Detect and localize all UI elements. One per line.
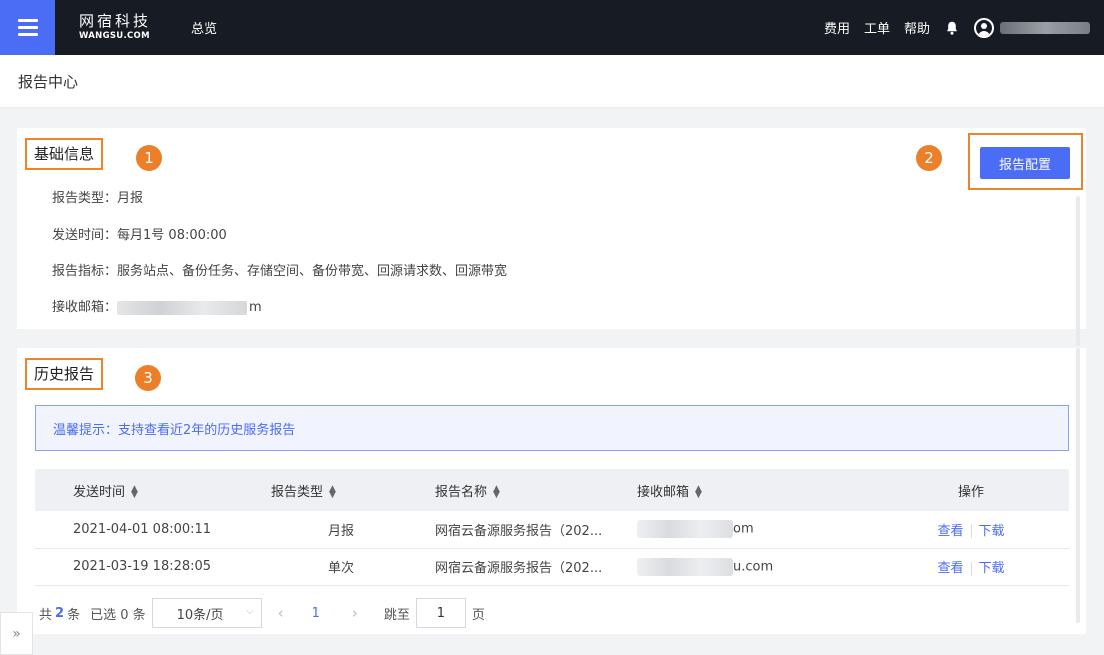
jump-to-label: 跳至 <box>383 607 410 623</box>
column-receive-email[interactable]: 接收邮箱 ▲ ▼ <box>633 469 873 511</box>
scrollbar-track[interactable] <box>1076 196 1080 346</box>
divider <box>970 524 972 539</box>
cell-email: om <box>633 511 873 549</box>
cell-report-type: 单次 <box>271 548 427 586</box>
column-operation: 操作 <box>873 469 1069 511</box>
tickets-link[interactable]: 工单 <box>864 18 890 37</box>
history-title: 历史报告 <box>25 358 104 390</box>
cell-report-name: 网宿云备源服务报告（202... <box>427 548 633 586</box>
annotation-badge-1: 1 <box>136 145 162 171</box>
email-suffix: m <box>249 300 262 315</box>
wangsu-logo[interactable]: 网宿科技 WANGSU.COM <box>79 14 151 41</box>
column-receive-email-label: 接收邮箱 <box>637 484 690 500</box>
view-report-link[interactable]: 查看 <box>937 524 963 539</box>
cell-report-name: 网宿云备源服务报告（202... <box>427 511 633 549</box>
hamburger-menu-icon[interactable] <box>0 0 55 55</box>
basic-info-card: 基础信息 1 报告类型：月报 发送时间：每月1号 08:00:00 报告指标：服… <box>17 128 1086 346</box>
pager-selected-count: 已选 0 条 <box>90 607 146 623</box>
nav-overview[interactable]: 总览 <box>191 18 217 37</box>
sort-icon[interactable]: ▲ ▼ <box>695 485 702 500</box>
scrollbar-track[interactable] <box>1076 348 1080 623</box>
history-tip-banner: 温馨提示：支持查看近2年的历史服务报告 <box>35 405 1069 451</box>
fees-link[interactable]: 费用 <box>824 18 850 37</box>
history-table: 发送时间 ▲ ▼ 报告类型 ▲ ▼ 报告名称 ▲ ▼ 接收邮箱 ▲ ▼ 操作 2021-04-0… <box>35 469 1069 586</box>
sort-icon[interactable]: ▲ ▼ <box>493 485 500 500</box>
page-title: 报告中心 <box>0 55 1104 107</box>
cell-send-time: 2021-03-19 18:28:05 <box>35 548 271 586</box>
report-type-label: 报告类型： <box>52 191 118 206</box>
report-type-value: 月报 <box>117 191 144 206</box>
top-right-links: 费用 工单 帮助 <box>824 0 1090 55</box>
help-link[interactable]: 帮助 <box>904 18 930 37</box>
report-metrics-label: 报告指标： <box>52 264 118 279</box>
cell-email: u.com <box>633 548 873 586</box>
sort-icon[interactable]: ▲ ▼ <box>131 485 138 500</box>
top-navigation-bar: 网宿科技 WANGSU.COM 总览 费用 工单 帮助 <box>0 0 1104 55</box>
expand-sidebar-icon[interactable]: » <box>0 612 33 655</box>
table-row: 2021-03-19 18:28:05 单次 网宿云备源服务报告（202... … <box>35 548 1069 586</box>
report-metrics-row: 报告指标：服务站点、备份任务、存储空间、备份带宽、回源请求数、回源带宽 <box>52 260 507 279</box>
email-redacted <box>117 300 248 315</box>
config-button-highlight: 报告配置 <box>968 133 1083 190</box>
receive-email-row: 接收邮箱： m <box>52 296 262 315</box>
view-report-link[interactable]: 查看 <box>937 561 963 576</box>
report-config-button[interactable]: 报告配置 <box>980 147 1070 179</box>
user-avatar-icon[interactable] <box>974 17 994 38</box>
send-time-value: 每月1号 08:00:00 <box>117 228 227 243</box>
annotation-badge-3: 3 <box>135 365 161 391</box>
send-time-row: 发送时间：每月1号 08:00:00 <box>52 224 227 243</box>
report-metrics-value: 服务站点、备份任务、存储空间、备份带宽、回源请求数、回源带宽 <box>117 264 508 279</box>
sort-icon[interactable]: ▲ ▼ <box>329 485 336 500</box>
pagination: 共2条 已选 0 条 10条/页 ⌵ ‹ 1 › 跳至 页 <box>39 598 485 628</box>
page-suffix-label: 页 <box>471 607 485 623</box>
chevron-down-icon: ⌵ <box>246 606 254 617</box>
page-size-select[interactable]: 10条/页 ⌵ <box>151 598 262 628</box>
column-send-time[interactable]: 发送时间 ▲ ▼ <box>35 469 271 511</box>
column-report-type[interactable]: 报告类型 ▲ ▼ <box>271 469 427 511</box>
basic-info-title: 基础信息 <box>25 138 104 170</box>
jump-page-input[interactable] <box>415 598 466 628</box>
pager-total-suffix: 条 <box>67 607 81 623</box>
cell-email-suffix: u.com <box>733 559 774 574</box>
logo-text-en: WANGSU.COM <box>79 31 150 42</box>
email-redacted <box>637 520 733 539</box>
report-type-row: 报告类型：月报 <box>52 187 143 206</box>
page-number-current[interactable]: 1 <box>312 606 320 621</box>
divider <box>970 561 972 576</box>
send-time-label: 发送时间： <box>52 228 118 243</box>
receive-email-label: 接收邮箱： <box>52 300 118 315</box>
pager-total-count: 2 <box>55 605 65 621</box>
next-page-icon[interactable]: › <box>352 604 358 622</box>
column-report-name-label: 报告名称 <box>435 484 488 500</box>
column-report-type-label: 报告类型 <box>271 484 324 500</box>
cell-report-type: 月报 <box>271 511 427 549</box>
page-size-value: 10条/页 <box>176 607 224 623</box>
column-report-name[interactable]: 报告名称 ▲ ▼ <box>427 469 633 511</box>
username-redacted[interactable] <box>1000 21 1090 34</box>
cell-send-time: 2021-04-01 08:00:11 <box>35 511 271 549</box>
cell-email-suffix: om <box>733 521 754 537</box>
column-send-time-label: 发送时间 <box>73 484 126 500</box>
email-redacted <box>637 557 733 576</box>
history-report-card: 历史报告 3 温馨提示：支持查看近2年的历史服务报告 发送时间 ▲ ▼ 报告类型 ▲ ▼… <box>17 348 1086 634</box>
cell-operations: 查看 下载 <box>873 548 1069 586</box>
annotation-badge-2: 2 <box>916 145 942 171</box>
prev-page-icon[interactable]: ‹ <box>278 604 284 622</box>
download-report-link[interactable]: 下载 <box>979 524 1005 539</box>
bell-icon[interactable] <box>944 20 960 36</box>
download-report-link[interactable]: 下载 <box>979 561 1005 576</box>
table-header-row: 发送时间 ▲ ▼ 报告类型 ▲ ▼ 报告名称 ▲ ▼ 接收邮箱 ▲ ▼ 操作 <box>35 469 1069 511</box>
pager-total-prefix: 共 <box>39 607 53 623</box>
logo-text-cn: 网宿科技 <box>79 12 152 31</box>
table-row: 2021-04-01 08:00:11 月报 网宿云备源服务报告（202... … <box>35 511 1069 549</box>
cell-operations: 查看 下载 <box>873 511 1069 549</box>
